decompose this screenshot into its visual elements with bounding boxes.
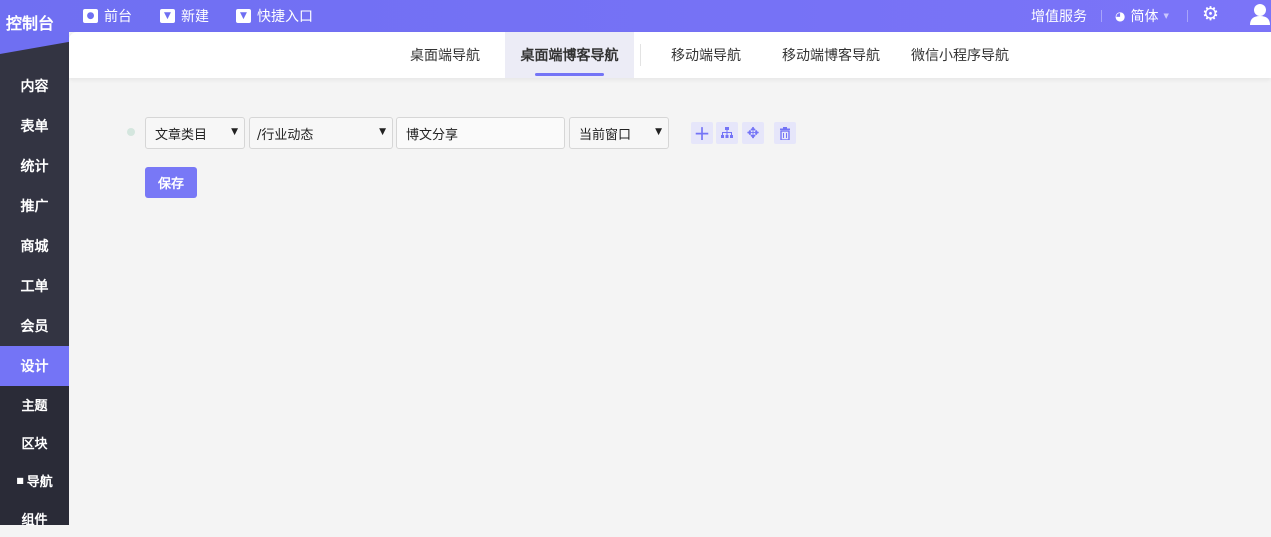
gear-icon[interactable]: ⚙ [1202,3,1219,25]
language-select[interactable]: ◕ 简体 ▼ [1115,6,1169,26]
new-label: 新建 [181,9,209,25]
category-value: /行业动态 [257,127,314,143]
sidebar-item-design[interactable]: 设计 [0,346,69,386]
save-button[interactable]: 保存 [145,167,197,198]
shortcut-label: 快捷入口 [257,9,313,25]
drag-handle-dot[interactable] [127,128,135,136]
tab-bar: 桌面端导航 桌面端博客导航 移动端导航 移动端博客导航 微信小程序导航 [69,32,1271,78]
new-menu[interactable]: ▼ 新建 [160,6,209,26]
sidebar-item-content[interactable]: 内容 [0,66,69,106]
sidebar-item-tickets[interactable]: 工单 [0,266,69,306]
sidebar-sub-navigation-label: 导航 [26,474,53,490]
move-icon[interactable]: ✥ [742,122,764,144]
user-avatar-icon[interactable] [1250,3,1270,25]
divider [1187,10,1188,22]
tab-divider [640,44,641,66]
type-select[interactable]: 文章类目 ▼ [145,117,245,149]
add-icon[interactable]: + [691,121,713,145]
divider [1101,10,1102,22]
tab-desktop-blog-nav[interactable]: 桌面端博客导航 [505,32,634,78]
logo[interactable]: 控制台 [6,10,54,34]
sidebar-sub-theme[interactable]: 主题 [0,385,69,423]
caret-down-icon: ▼ [1163,12,1169,20]
tab-desktop-nav[interactable]: 桌面端导航 [385,32,505,78]
frontend-label: 前台 [104,9,132,25]
caret-down-icon: ▼ [160,9,175,23]
nav-name-input[interactable]: 博文分享 [396,117,565,149]
sidebar-item-stats[interactable]: 统计 [0,146,69,186]
sidebar-item-mall[interactable]: 商城 [0,226,69,266]
caret-down-icon: ▼ [379,127,386,137]
sidebar-item-forms[interactable]: 表单 [0,106,69,146]
language-label: 简体 [1130,9,1159,25]
caret-down-icon: ▼ [655,127,662,137]
sitemap-icon[interactable] [716,122,738,144]
sidebar-item-members[interactable]: 会员 [0,306,69,346]
sidebar-sub-blocks[interactable]: 区块 [0,423,69,461]
sidebar-sub-navigation[interactable]: ■ 导航 [0,461,69,499]
globe-icon: ◕ [1115,9,1126,23]
caret-down-icon: ▼ [236,9,251,23]
eye-icon: ● [83,9,98,23]
caret-down-icon: ▼ [231,127,238,137]
tab-mobile-blog-nav[interactable]: 移动端博客导航 [771,32,891,78]
sidebar-sub-components[interactable]: 组件 [0,499,69,537]
top-bar: 控制台 ● 前台 ▼ 新建 ▼ 快捷入口 增值服务 ◕ 简体 ▼ ⚙ [0,0,1271,34]
value-services-link[interactable]: 增值服务 [1031,6,1087,26]
shortcut-menu[interactable]: ▼ 快捷入口 [236,6,313,26]
trash-icon[interactable] [774,122,796,144]
tab-mobile-nav[interactable]: 移动端导航 [646,32,766,78]
type-value: 文章类目 [155,127,208,143]
target-select[interactable]: 当前窗口 ▼ [569,117,669,149]
frontend-link[interactable]: ● 前台 [83,6,132,26]
tab-wechat-nav[interactable]: 微信小程序导航 [900,32,1020,78]
target-value: 当前窗口 [579,127,632,143]
category-select[interactable]: /行业动态 ▼ [249,117,393,149]
sidebar-item-promotion[interactable]: 推广 [0,186,69,226]
